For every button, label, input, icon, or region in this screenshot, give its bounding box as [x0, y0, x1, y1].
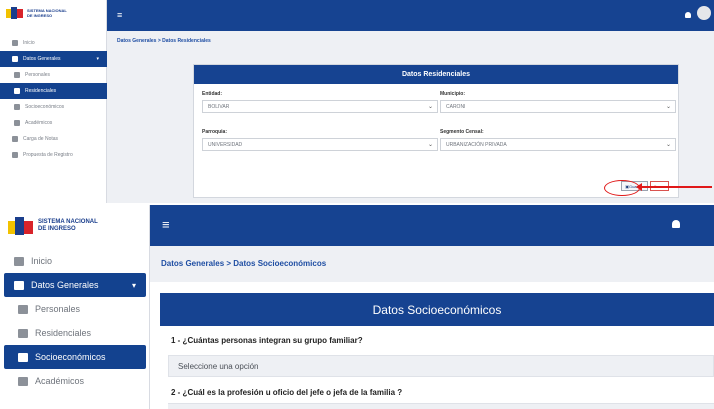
- sidebar-item-socioeconomicos[interactable]: Socioeconómicos: [4, 345, 146, 369]
- entidad-field: Entidad: BOLIVAR ⌄: [202, 91, 438, 113]
- sidebar-item-carga-notas[interactable]: Carga de Notas: [0, 131, 107, 147]
- home-icon: [14, 256, 24, 266]
- entidad-label: Entidad:: [202, 91, 222, 97]
- sni-logo-icon: [8, 216, 34, 236]
- user-icon: [18, 304, 28, 314]
- breadcrumb[interactable]: Datos Generales > Datos Socioeconómicos: [161, 259, 326, 268]
- card-title: Datos Socioeconómicos: [160, 293, 714, 326]
- list-icon: [12, 56, 18, 62]
- top-bar: ≡: [107, 0, 714, 31]
- annotation-arrowhead: [636, 183, 642, 191]
- chevron-down-icon: ⌄: [665, 142, 671, 148]
- chevron-down-icon: ▾: [96, 56, 99, 62]
- home-icon: [12, 40, 18, 46]
- user-icon: [14, 72, 20, 78]
- card-title: Datos Residenciales: [194, 65, 678, 84]
- pencil-icon: [12, 152, 18, 158]
- sidebar-item-residenciales[interactable]: Residenciales: [0, 321, 150, 345]
- logo-title: SISTEMA NACIONAL DE INGRESO: [38, 219, 98, 232]
- sidebar-item-inicio[interactable]: Inicio: [0, 35, 107, 51]
- sidebar-item-personales[interactable]: Personales: [0, 67, 107, 83]
- segmento-label: Segmento Censal:: [440, 129, 484, 135]
- residential-data-card: Datos Residenciales Entidad: BOLIVAR ⌄ Mu…: [193, 64, 679, 198]
- sidebar-item-inicio[interactable]: Inicio: [0, 249, 150, 273]
- hamburger-menu-icon[interactable]: ≡: [117, 10, 122, 20]
- logo: SISTEMA NACIONAL DE INGRESO: [8, 216, 108, 236]
- entidad-select[interactable]: BOLIVAR ⌄: [202, 100, 438, 113]
- sidebar-item-socioeconomicos[interactable]: Socioeconómicos: [0, 99, 107, 115]
- sidebar-item-academicos[interactable]: Académicos: [0, 115, 107, 131]
- list-icon: [14, 280, 24, 290]
- annotation-circle: [604, 180, 640, 196]
- id-card-icon: [14, 104, 20, 110]
- document-icon: [12, 136, 18, 142]
- chevron-down-icon: ⌄: [427, 142, 433, 148]
- avatar[interactable]: [697, 6, 711, 20]
- building-icon: [18, 328, 28, 338]
- question-1-select[interactable]: Seleccione una opción: [168, 355, 714, 377]
- bell-icon[interactable]: [672, 220, 680, 228]
- sidebar-item-datos-generales[interactable]: Datos Generales ▾: [4, 273, 146, 297]
- chevron-down-icon: ⌄: [665, 104, 671, 110]
- building-icon: [14, 88, 20, 94]
- sidebar-item-datos-generales[interactable]: Datos Generales ▾: [0, 51, 107, 67]
- municipio-label: Municipio:: [440, 91, 465, 97]
- question-1-label: 1 - ¿Cuántas personas integran su grupo …: [171, 336, 363, 345]
- screenshot-socioeconomicos: SISTEMA NACIONAL DE INGRESO Inicio Datos…: [0, 205, 714, 409]
- annotation-arrow: [640, 186, 712, 188]
- hamburger-menu-icon[interactable]: ≡: [162, 217, 170, 232]
- sidebar: SISTEMA NACIONAL DE INGRESO Inicio Datos…: [0, 0, 107, 203]
- parroquia-field: Parroquia: UNIVERSIDAD ⌄: [202, 129, 438, 151]
- sidebar-item-personales[interactable]: Personales: [0, 297, 150, 321]
- sidebar-item-residenciales[interactable]: Residenciales: [0, 83, 107, 99]
- parroquia-select[interactable]: UNIVERSIDAD ⌄: [202, 138, 438, 151]
- question-2-label: 2 - ¿Cuál es la profesión u oficio del j…: [171, 388, 403, 397]
- segmento-field: Segmento Censal: URBANIZACIÓN PRIVADA ⌄: [440, 129, 676, 151]
- logo-title: SISTEMA NACIONAL DE INGRESO: [27, 8, 67, 18]
- chevron-down-icon: ▾: [131, 280, 136, 290]
- breadcrumb[interactable]: Datos Generales > Datos Residenciales: [117, 38, 211, 44]
- sni-logo-icon: [6, 6, 24, 20]
- sidebar-nav: Inicio Datos Generales ▾ Personales Resid…: [0, 35, 107, 163]
- book-icon: [18, 376, 28, 386]
- municipio-field: Municipio: CARONI ⌄: [440, 91, 676, 113]
- chevron-down-icon: ⌄: [427, 104, 433, 110]
- sidebar: SISTEMA NACIONAL DE INGRESO Inicio Datos…: [0, 205, 150, 409]
- sidebar-item-propuesta-registro[interactable]: Propuesta de Registro: [0, 147, 107, 163]
- sidebar-item-academicos[interactable]: Académicos: [0, 369, 150, 393]
- segmento-select[interactable]: URBANIZACIÓN PRIVADA ⌄: [440, 138, 676, 151]
- bell-icon[interactable]: [685, 12, 691, 18]
- top-bar: ≡: [150, 205, 714, 246]
- logo: SISTEMA NACIONAL DE INGRESO: [6, 6, 67, 20]
- book-icon: [14, 120, 20, 126]
- id-card-icon: [18, 352, 28, 362]
- municipio-select[interactable]: CARONI ⌄: [440, 100, 676, 113]
- screenshot-residenciales: SISTEMA NACIONAL DE INGRESO Inicio Datos…: [0, 0, 714, 203]
- question-2-select[interactable]: [168, 403, 714, 409]
- parroquia-label: Parroquia:: [202, 129, 228, 135]
- sidebar-nav: Inicio Datos Generales ▾ Personales Resid…: [0, 249, 150, 393]
